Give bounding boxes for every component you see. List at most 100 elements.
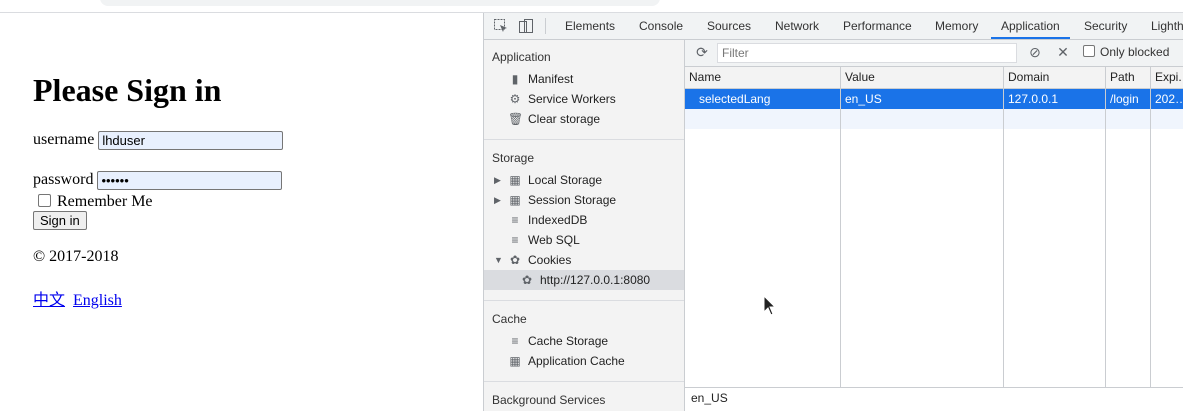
sidebar-item-label: Cookies [528,253,572,267]
cell-value[interactable]: en_US [841,89,1000,109]
sidebar-item-cookie-origin[interactable]: ✿ http://127.0.0.1:8080 [484,270,684,290]
section-title-cache: Cache [492,312,527,326]
sidebar-item-label: Clear storage [528,112,601,126]
devtools-tabbar: Elements Console Sources Network Perform… [484,13,1183,40]
password-input[interactable] [97,170,283,190]
expand-arrow-icon[interactable]: ▶ [494,170,501,190]
column-header-name[interactable]: Name [685,67,721,88]
sign-in-button[interactable]: Sign in [33,211,87,230]
document-icon: ▮ [511,72,519,86]
collapse-arrow-icon[interactable]: ▼ [494,250,503,270]
application-sidebar: Application ▮ Manifest ⚙ Service Workers 🗑… [484,40,685,411]
sidebar-item-label: Session Storage [528,193,617,207]
username-input[interactable] [98,130,284,150]
sidebar-item-manifest[interactable]: ▮ Manifest [508,69,574,89]
devtools-panel: Elements Console Sources Network Perform… [483,13,1183,412]
tab-console[interactable]: Console [639,13,683,39]
cell-domain[interactable]: 127.0.0.1 [1004,89,1103,109]
mouse-cursor-icon [763,295,777,316]
remember-label: Remember Me [57,193,153,210]
cookies-toolbar: ⟳ Filter ⊘ ✕ Only blocked [685,40,1183,67]
password-row: password [33,170,283,190]
table-header: Name Value Domain Path Expi. [685,67,1183,89]
section-divider [484,300,684,301]
cell-name[interactable]: selectedLang [695,89,839,109]
trash-icon: 🗑 [508,112,524,126]
gear-icon: ⚙ [509,92,521,106]
section-divider [484,381,684,382]
login-page: Please Sign in username password Remembe… [0,13,483,411]
sidebar-item-service-workers[interactable]: ⚙ Service Workers [508,89,616,109]
section-title-application: Application [492,50,551,64]
expand-arrow-icon[interactable]: ▶ [494,190,501,210]
only-blocked-toggle[interactable]: Only blocked [1083,45,1169,59]
remember-row: Remember Me [33,192,153,212]
tab-application[interactable]: Application [991,13,1070,39]
sidebar-item-local-storage[interactable]: ▶ ▦ Local Storage [494,170,603,190]
sidebar-item-indexeddb[interactable]: ≡ IndexedDB [508,210,587,230]
column-divider [840,67,841,387]
sidebar-item-label: Cache Storage [528,334,609,348]
column-divider [1150,67,1151,387]
cookies-table: Name Value Domain Path Expi. selectedLan… [685,67,1183,387]
empty-row [685,109,1183,129]
tab-elements[interactable]: Elements [565,13,615,39]
sidebar-item-session-storage[interactable]: ▶ ▦ Session Storage [494,190,617,210]
toolbar-divider [545,18,546,34]
cookie-value-preview: en_US [685,387,1183,412]
column-header-expires[interactable]: Expi. [1151,67,1182,88]
column-header-domain[interactable]: Domain [1004,67,1049,88]
section-title-background-services: Background Services [492,393,606,407]
tab-security[interactable]: Security [1084,13,1127,39]
password-label: password [33,171,94,188]
tab-memory[interactable]: Memory [935,13,978,39]
filter-input[interactable]: Filter [717,43,1017,63]
grid-icon: ▦ [509,193,521,207]
section-title-storage: Storage [492,151,535,165]
tab-sources[interactable]: Sources [707,13,751,39]
sidebar-item-web-sql[interactable]: ≡ Web SQL [508,230,580,250]
column-header-path[interactable]: Path [1106,67,1135,88]
grid-icon: ▦ [509,173,521,187]
only-blocked-checkbox[interactable] [1083,45,1095,57]
sidebar-item-label: Application Cache [528,354,625,368]
preview-text: en_US [691,391,728,405]
copyright-text: © 2017-2018 [33,248,119,265]
cell-path[interactable]: /login [1106,89,1150,109]
language-links: 中文 English [33,286,126,310]
username-row: username [33,130,284,150]
tab-lighthouse[interactable]: Lighth [1151,13,1183,39]
lang-link-english[interactable]: English [73,292,122,309]
device-toolbar-icon[interactable] [518,18,534,34]
column-divider [1003,67,1004,387]
sidebar-item-cookies[interactable]: ▼ ✿ Cookies [494,250,572,270]
inspect-element-icon[interactable] [493,18,509,34]
sidebar-item-cache-storage[interactable]: ≡ Cache Storage [508,331,608,351]
delete-selected-icon[interactable]: ✕ [1055,44,1071,60]
clear-all-icon[interactable]: ⊘ [1027,44,1043,60]
browser-top-strip [0,0,1183,13]
grid-icon: ▦ [509,354,521,368]
sidebar-item-label: Local Storage [528,173,603,187]
tab-application-label: Application [1001,19,1060,33]
sidebar-item-application-cache[interactable]: ▦ Application Cache [508,351,625,371]
username-label: username [33,131,95,148]
database-icon: ≡ [511,233,519,247]
only-blocked-label: Only blocked [1100,45,1170,59]
page-title: Please Sign in [33,72,222,108]
cell-expires[interactable]: 202… [1151,89,1183,109]
column-divider [1105,67,1106,387]
sidebar-item-clear-storage[interactable]: 🗑 Clear storage [508,109,600,129]
refresh-icon[interactable]: ⟳ [694,44,710,60]
database-icon: ≡ [511,334,519,348]
cookie-icon: ✿ [509,253,521,267]
tab-network[interactable]: Network [775,13,819,39]
lang-link-chinese[interactable]: 中文 [33,292,65,309]
remember-checkbox[interactable] [38,194,51,207]
sidebar-item-label: IndexedDB [528,213,588,227]
column-header-value[interactable]: Value [841,67,875,88]
tab-performance[interactable]: Performance [843,13,912,39]
section-divider [484,139,684,140]
address-bar[interactable] [100,0,660,6]
sidebar-item-label: Web SQL [528,233,580,247]
